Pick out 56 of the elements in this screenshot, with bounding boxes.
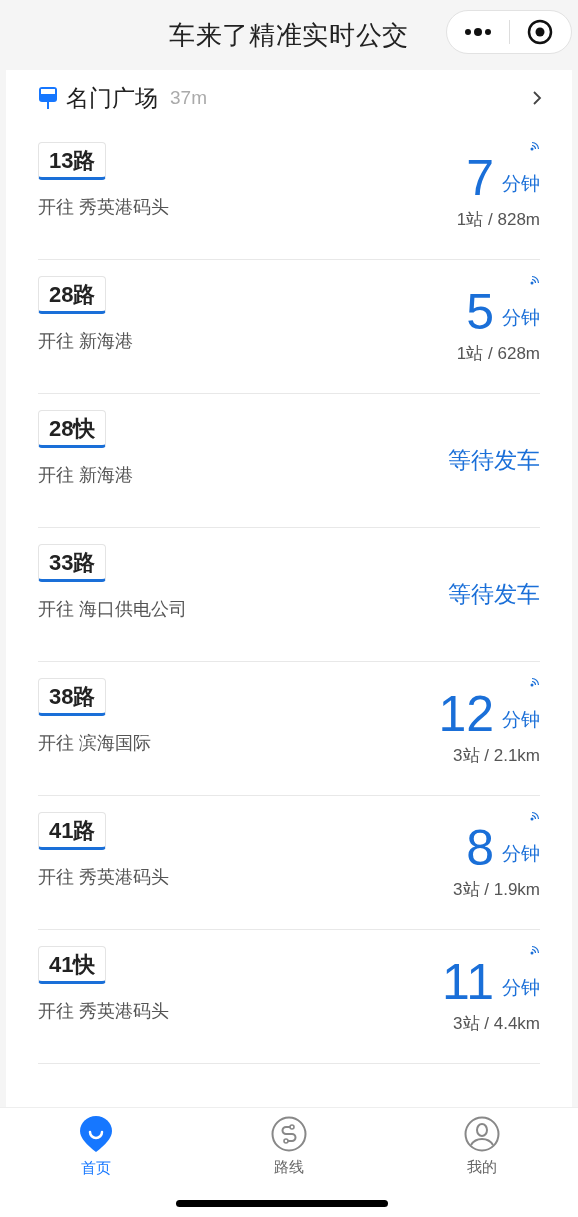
location-pin-icon: [79, 1114, 114, 1153]
destination-text: 开往 滨海国际: [38, 732, 151, 755]
eta-unit: 分钟: [502, 708, 540, 733]
tab-bar-item[interactable]: 路线: [192, 1108, 386, 1186]
more-icon[interactable]: [463, 28, 492, 36]
stops-distance: 3站 / 2.1km: [453, 744, 540, 767]
tab-bar-item[interactable]: 首页: [0, 1108, 193, 1186]
route-row[interactable]: 33路 开往 海口供电公司 等待发车: [38, 528, 540, 662]
eta-unit: 分钟: [502, 976, 540, 1001]
eta-unit: 分钟: [502, 306, 540, 331]
route-badge: 28快: [38, 410, 107, 448]
live-signal-icon: [530, 140, 540, 151]
destination-text: 开往 新海港: [38, 464, 133, 487]
waiting-status: 等待发车: [448, 580, 540, 610]
destination-text: 开往 新海港: [38, 330, 133, 353]
eta-minutes: 8: [466, 822, 494, 873]
eta-minutes: 11: [442, 956, 494, 1007]
route-badge: 41快: [38, 946, 107, 984]
route-row[interactable]: 38路 开往 滨海国际 12 分钟 3站 / 2.1km: [38, 662, 540, 796]
tab-bar-item[interactable]: 我的: [385, 1108, 578, 1186]
route-row[interactable]: 13路 开往 秀英港码头 7 分钟 1站 / 828m: [38, 126, 540, 260]
live-signal-icon: [530, 274, 540, 285]
chevron-right-icon[interactable]: [532, 90, 542, 106]
route-badge: 28路: [38, 276, 107, 314]
stops-distance: 3站 / 4.4km: [453, 1012, 540, 1035]
app-title: 车来了精准实时公交: [169, 18, 409, 52]
station-name: 名门广场: [66, 83, 158, 113]
eta-minutes: 12: [438, 688, 494, 739]
route-badge: 41路: [38, 812, 107, 850]
stops-distance: 3站 / 1.9km: [453, 878, 540, 901]
route-badge: 33路: [38, 544, 107, 582]
close-icon[interactable]: [527, 19, 554, 45]
route-badge: 13路: [38, 142, 107, 180]
live-signal-icon: [530, 676, 540, 687]
live-signal-icon: [530, 944, 540, 955]
station-distance: 37m: [170, 85, 207, 110]
bus-stop-icon: [38, 86, 58, 110]
destination-text: 开往 海口供电公司: [38, 598, 187, 621]
live-signal-icon: [530, 810, 540, 821]
route-icon: [271, 1115, 307, 1152]
eta-minutes: 7: [466, 152, 494, 203]
route-row[interactable]: 41快 开往 秀英港码头 11 分钟 3站 / 4.4km: [38, 930, 540, 1064]
eta-unit: 分钟: [502, 172, 540, 197]
eta-unit: 分钟: [502, 842, 540, 867]
route-badge: 38路: [38, 678, 107, 716]
route-row[interactable]: 41路 开往 秀英港码头 8 分钟 3站 / 1.9km: [38, 796, 540, 930]
stops-distance: 1站 / 628m: [456, 342, 540, 365]
stops-distance: 1站 / 828m: [456, 208, 540, 231]
destination-text: 开往 秀英港码头: [38, 866, 169, 889]
user-icon: [463, 1115, 500, 1152]
route-row[interactable]: 28快 开往 新海港 等待发车: [38, 394, 540, 528]
eta-minutes: 5: [466, 286, 494, 337]
route-row[interactable]: 28路 开往 新海港 5 分钟 1站 / 628m: [38, 260, 540, 394]
waiting-status: 等待发车: [448, 446, 540, 476]
destination-text: 开往 秀英港码头: [38, 196, 169, 219]
destination-text: 开往 秀英港码头: [38, 1000, 169, 1023]
